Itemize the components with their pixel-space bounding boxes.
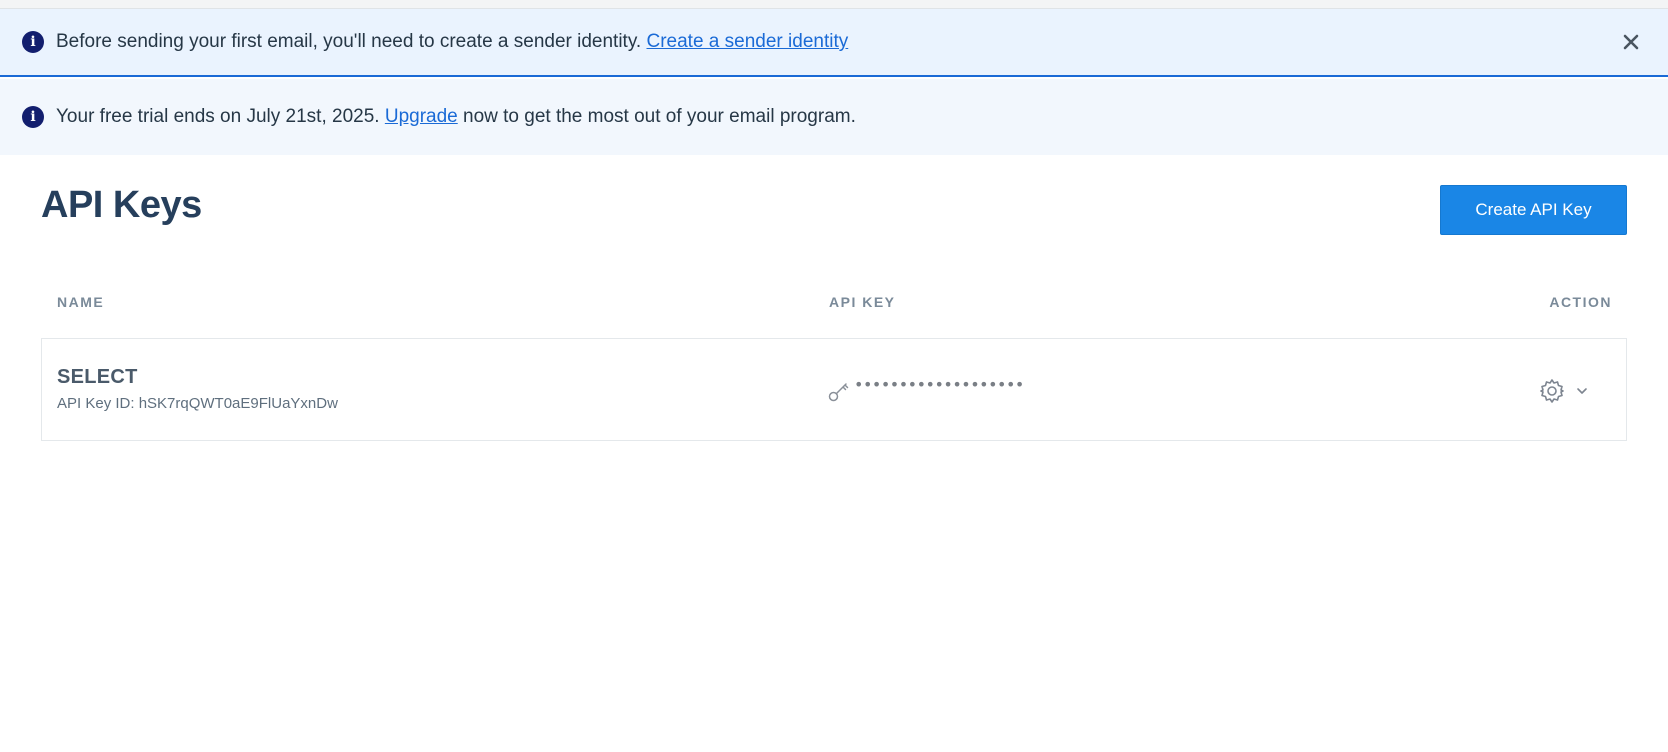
trial-banner-message-end: now to get the most out of your email pr… — [463, 106, 856, 127]
column-header-name: NAME — [57, 294, 105, 310]
sender-identity-banner: i Before sending your first email, you'l… — [0, 9, 1668, 77]
chevron-down-icon[interactable] — [1574, 383, 1590, 399]
masked-api-key: ••••••••••••••••••• — [854, 375, 1024, 394]
free-trial-banner: i Your free trial ends on July 21st, 202… — [0, 79, 1668, 155]
api-key-name: SELECT — [57, 366, 138, 388]
trial-banner-text: Your free trial ends on July 21st, 2025.… — [56, 106, 856, 128]
table-row: SELECT API Key ID: hSK7rqQWT0aE9FlUaYxnD… — [41, 338, 1627, 441]
api-key-id: API Key ID: hSK7rqQWT0aE9FlUaYxnDw — [57, 395, 338, 412]
upgrade-link[interactable]: Upgrade — [385, 106, 458, 127]
info-icon: i — [22, 31, 44, 53]
page-title: API Keys — [41, 184, 202, 226]
key-icon — [827, 379, 851, 403]
sender-banner-message: Before sending your first email, you'll … — [56, 31, 642, 52]
gear-icon[interactable] — [1538, 377, 1566, 405]
create-sender-identity-link[interactable]: Create a sender identity — [647, 31, 849, 52]
column-header-api-key: API KEY — [829, 294, 896, 310]
sender-banner-text: Before sending your first email, you'll … — [56, 31, 848, 53]
trial-banner-message: Your free trial ends on July 21st, 2025. — [56, 106, 380, 127]
browser-top-strip — [0, 0, 1668, 9]
info-icon: i — [22, 106, 44, 128]
create-api-key-button[interactable]: Create API Key — [1440, 185, 1627, 235]
close-icon[interactable] — [1618, 29, 1644, 55]
column-header-action: ACTION — [1549, 294, 1612, 310]
